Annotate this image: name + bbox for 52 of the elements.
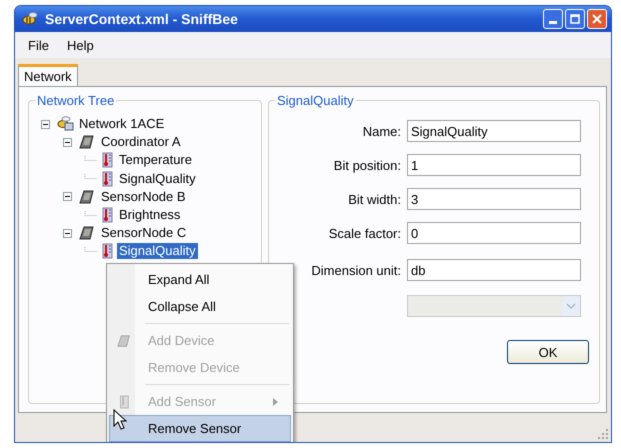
- menu-item[interactable]: File: [21, 36, 56, 54]
- tree-item[interactable]: Coordinator A: [99, 134, 182, 150]
- resize-grip-icon: [598, 429, 608, 439]
- context-menu-item[interactable]: Collapse All: [109, 293, 291, 320]
- collapse-icon[interactable]: [63, 138, 72, 147]
- collapse-icon[interactable]: [63, 192, 72, 202]
- text-field[interactable]: SignalQuality: [407, 120, 581, 142]
- field-label: Name:: [362, 124, 401, 138]
- tree-item[interactable]: Network 1ACE: [77, 116, 166, 132]
- minimize-button[interactable]: [543, 9, 563, 29]
- collapse-icon[interactable]: [41, 120, 50, 129]
- field-label: Bit position:: [332, 158, 401, 172]
- minimize-icon: [549, 20, 557, 24]
- bee-icon: [21, 12, 39, 26]
- maximize-button[interactable]: [565, 9, 585, 29]
- context-menu-item[interactable]: Remove Sensor: [109, 415, 291, 442]
- field-label: Scale factor:: [328, 226, 401, 240]
- network-icon: [56, 116, 74, 132]
- maximize-icon: [570, 14, 580, 24]
- text-field[interactable]: 1: [407, 154, 581, 176]
- field-label: Bit width:: [347, 192, 401, 206]
- thermometer-icon: [100, 152, 114, 168]
- thermometer-icon: [100, 243, 114, 260]
- chevron-down-icon: [566, 303, 576, 309]
- device-icon: [116, 334, 132, 348]
- group-title: Network Tree: [35, 93, 116, 108]
- thermometer-icon: [100, 207, 114, 224]
- text-field[interactable]: db: [407, 259, 581, 281]
- context-menu-item[interactable]: Expand All: [109, 266, 291, 293]
- text-field[interactable]: 3: [407, 188, 581, 210]
- menu-item[interactable]: Help: [60, 36, 101, 54]
- collapse-icon[interactable]: [63, 228, 72, 238]
- tree-item[interactable]: Brightness: [117, 207, 182, 224]
- close-icon: [592, 14, 602, 24]
- window-title: ServerContext.xml - SniffBee: [45, 11, 239, 27]
- thermometer-icon: [118, 394, 130, 410]
- tree-item[interactable]: SignalQuality: [117, 170, 198, 187]
- ok-button[interactable]: OK: [507, 340, 589, 364]
- close-button[interactable]: [587, 9, 607, 29]
- tree-item[interactable]: SensorNode C: [99, 225, 188, 242]
- device-icon: [78, 225, 96, 242]
- tab[interactable]: Network: [18, 64, 78, 86]
- mouse-pointer-icon: [113, 409, 127, 431]
- device-icon: [78, 188, 96, 205]
- field-label: Dimension unit:: [310, 262, 401, 278]
- group-title: SignalQuality: [275, 93, 356, 108]
- text-field[interactable]: 0: [407, 222, 581, 244]
- device-icon: [78, 134, 96, 150]
- tree-item[interactable]: Temperature: [117, 152, 194, 168]
- thermometer-icon: [100, 170, 114, 187]
- tree-item[interactable]: SensorNode B: [99, 188, 188, 205]
- tree-item[interactable]: SignalQuality: [117, 243, 198, 260]
